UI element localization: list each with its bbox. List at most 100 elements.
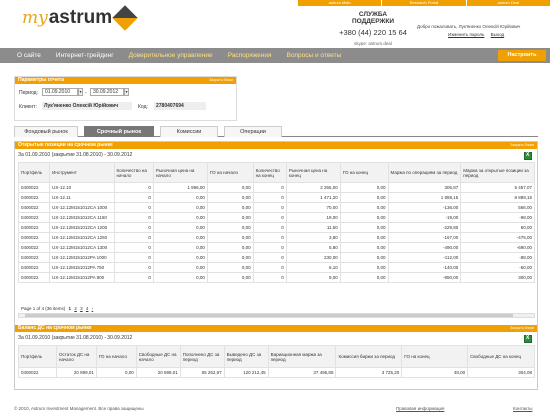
bcol-go-start[interactable]: ГО на начало [96, 346, 136, 368]
table-cell: 0,00 [340, 193, 388, 203]
table-cell: 0 [114, 223, 153, 233]
nav-trust-management[interactable]: Доверительное управление [129, 52, 213, 59]
table-row[interactable]: 0400022UX-12.12M151012CA 100000,000,0007… [19, 203, 535, 213]
footer-copyright: © 2010, Astrum Investment Management. Вс… [14, 406, 144, 411]
col-margin-open[interactable]: Маржа за открытые позиции за период [461, 163, 535, 183]
balance-row: 0400022 20 899,01 0,00 20 899,01 65 252,… [19, 368, 535, 378]
bcol-free-start[interactable]: Свободные ДС на начало [136, 346, 180, 368]
nav-orders[interactable]: Распоряжения [228, 52, 272, 59]
scrollbar-thumb[interactable] [25, 314, 513, 317]
table-cell: 0400022 [19, 223, 50, 233]
table-row[interactable]: 0400022UX-12.12M151012PA 75000,000,0006,… [19, 263, 535, 273]
logo-my-text: my [22, 8, 48, 28]
pager-page-2[interactable]: 2 [74, 306, 77, 311]
positions-close-link[interactable]: Закрыть блоки [510, 142, 534, 149]
table-cell: 5,80 [286, 243, 340, 253]
table-cell: 0 [114, 263, 153, 273]
table-cell: 1 859,15 [388, 193, 461, 203]
market-tabs: Фондовый рынок Срочный рынок Комиссии Оп… [14, 126, 538, 137]
col-qty-start[interactable]: Количество на начало [114, 163, 153, 183]
table-cell: -112,00 [388, 253, 461, 263]
bcol-balance-start[interactable]: Остаток ДС на начало [56, 346, 96, 368]
date-from-input[interactable]: 01.09.2010 [42, 88, 78, 96]
date-to-dropdown-icon[interactable]: ▾ [124, 88, 129, 96]
col-qty-end[interactable]: Количество на конец [253, 163, 286, 183]
pager-page-3[interactable]: 3 [80, 306, 83, 311]
bcol-deposited[interactable]: Пополнено ДС за период [180, 346, 224, 368]
portal-research-link[interactable]: Research Portal [381, 0, 465, 6]
balance-excel-export-icon[interactable] [524, 335, 532, 343]
date-from-dropdown-icon[interactable]: ▾ [78, 88, 83, 96]
pager-page-4[interactable]: 4 [86, 306, 89, 311]
date-to-input[interactable]: 30.09.2012 [90, 88, 124, 96]
bcol-free-end[interactable]: Свободные ДС на конец [468, 346, 535, 368]
tab-operations[interactable]: Операции [224, 126, 282, 137]
table-row[interactable]: 0400022UX-12.12M151012CA 125000,000,0003… [19, 233, 535, 243]
table-cell: 0400022 [19, 263, 50, 273]
bcol-variation-margin[interactable]: Вариационная маржа за период [268, 346, 336, 368]
footer-legal-link[interactable]: Правовая информация [396, 406, 444, 411]
balance-cell: 0,00 [96, 368, 136, 378]
table-row[interactable]: 0400022UX-12.12M151012CA 120000,000,0001… [19, 223, 535, 233]
positions-horizontal-scrollbar[interactable] [18, 313, 535, 318]
table-row[interactable]: 0400022UX-12.1001 996,000,0002 265,000,0… [19, 183, 535, 193]
tab-stock-market[interactable]: Фондовый рынок [14, 126, 78, 137]
bcol-go-end[interactable]: ГО на конец [402, 346, 468, 368]
support-title-2: ПОДДЕРЖКИ [333, 18, 413, 25]
table-cell: 0,00 [207, 183, 253, 193]
table-cell: -98,00 [461, 213, 535, 223]
balance-cell: 20 899,01 [56, 368, 96, 378]
pager-next-icon[interactable]: › [92, 306, 94, 311]
params-close-link[interactable]: Закрыть блоки [209, 77, 233, 84]
date-separator: - [85, 90, 87, 96]
col-margin-ops[interactable]: Маржа по операциям за период [388, 163, 461, 183]
portal-deal-link[interactable]: astrum Deal [466, 0, 550, 6]
nav-about[interactable]: О сайте [17, 52, 41, 59]
portal-main-link[interactable]: astrum Main [297, 0, 381, 6]
table-cell: 0,00 [340, 273, 388, 283]
change-password-link[interactable]: Изменить пароль [448, 32, 484, 37]
table-cell: 0,00 [207, 203, 253, 213]
table-row[interactable]: 0400022UX-12.12M151012PA 80000,000,0009,… [19, 273, 535, 283]
support-skype[interactable]: skype: astrum.deal [333, 41, 413, 46]
nav-internet-trading[interactable]: Интернет-трейдинг [56, 52, 114, 59]
client-name-field: Лук'яненко Олексій Юрійович [42, 102, 132, 110]
table-cell: 8 899,15 [461, 193, 535, 203]
astrum-logo[interactable]: my astrum [22, 3, 134, 33]
table-row[interactable]: 0400022UX-12.12M151012PA 100000,000,0002… [19, 253, 535, 263]
table-cell: -490,00 [388, 243, 461, 253]
logout-link[interactable]: Выход [491, 32, 504, 37]
table-cell: 0400022 [19, 203, 50, 213]
table-cell: 0 [253, 213, 286, 223]
bcol-exchange-fee[interactable]: Комиссия биржи за период [336, 346, 402, 368]
table-cell: 0,00 [207, 223, 253, 233]
col-instrument[interactable]: Инструмент [50, 163, 114, 183]
bcol-withdrawn[interactable]: Выведено ДС за период [224, 346, 268, 368]
client-code-field: 2780407694 [154, 102, 206, 110]
tab-futures-market[interactable]: Срочный рынок [84, 126, 154, 137]
col-price-end[interactable]: Рыночная цена на конец [286, 163, 340, 183]
table-cell: 0,00 [153, 233, 207, 243]
balance-title: Баланс ДС на срочном рынке Закрыть блоки [15, 325, 537, 332]
col-portfolio[interactable]: Портфель [19, 163, 50, 183]
balance-close-link[interactable]: Закрыть блоки [510, 325, 534, 332]
table-cell: 0 [253, 263, 286, 273]
table-row[interactable]: 0400022UX-12.12M151012CA 115000,000,0001… [19, 213, 535, 223]
settings-button[interactable]: Настроить [498, 50, 546, 61]
col-go-start[interactable]: ГО на начало [207, 163, 253, 183]
table-row[interactable]: 0400022UX-12.12M151012CA 130000,000,0005… [19, 243, 535, 253]
user-links: Изменить пароль Выход [448, 32, 509, 37]
positions-header-row: Портфель Инструмент Количество на начало… [19, 163, 535, 183]
table-cell: 0 [114, 273, 153, 283]
col-go-end[interactable]: ГО на конец [340, 163, 388, 183]
table-cell: 0 [253, 243, 286, 253]
table-row[interactable]: 0400022UX-12.1100,000,0001 471,200,001 8… [19, 193, 535, 203]
tab-commissions[interactable]: Комиссии [160, 126, 218, 137]
col-price-start[interactable]: Рыночная цена на начало [153, 163, 207, 183]
nav-faq[interactable]: Вопросы и ответы [287, 52, 342, 59]
table-cell: 0,00 [340, 213, 388, 223]
bcol-portfolio[interactable]: Портфель [19, 346, 57, 368]
footer-contacts-link[interactable]: Контакты [513, 406, 532, 411]
table-cell: -140,00 [388, 263, 461, 273]
positions-excel-export-icon[interactable] [524, 152, 532, 160]
